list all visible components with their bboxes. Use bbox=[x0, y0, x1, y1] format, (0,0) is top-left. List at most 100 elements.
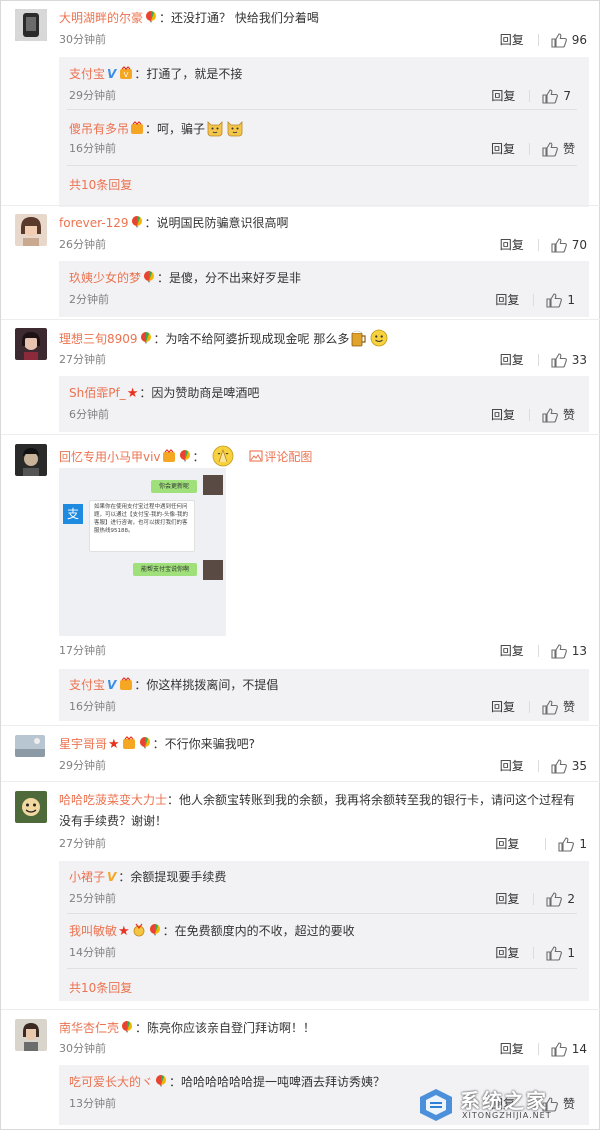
avatar[interactable] bbox=[15, 1019, 47, 1051]
username[interactable]: 回忆专用小马甲viv bbox=[59, 450, 161, 464]
divider bbox=[545, 838, 547, 850]
like-button[interactable]: 赞 bbox=[542, 699, 575, 715]
username[interactable]: 哈哈吃菠菜变大力士 bbox=[59, 793, 167, 807]
divider bbox=[537, 760, 539, 772]
comment-text: ：还没打通？ 快给我们分着喝 bbox=[159, 11, 319, 25]
username[interactable]: 支付宝 bbox=[69, 678, 105, 692]
verified-v-icon: V bbox=[107, 678, 117, 692]
reply-button[interactable]: 回复 bbox=[491, 88, 515, 104]
divider bbox=[1, 1009, 600, 1010]
watermark-logo-icon bbox=[420, 1089, 452, 1121]
like-button[interactable]: 14 bbox=[551, 1041, 587, 1057]
username[interactable]: 大明湖畔的尔豪 bbox=[59, 11, 143, 25]
more-replies-link[interactable]: 共10条回复 bbox=[69, 176, 132, 193]
reply-button[interactable]: 回复 bbox=[500, 758, 524, 774]
username[interactable]: 南华杏仁壳 bbox=[59, 1021, 119, 1035]
avatar[interactable] bbox=[15, 328, 47, 360]
timestamp: 29分钟前 bbox=[59, 759, 106, 772]
vip-crown-badge-icon bbox=[122, 736, 135, 749]
svg-text:V: V bbox=[124, 71, 129, 79]
timestamp: 17分钟前 bbox=[59, 644, 106, 657]
like-button[interactable]: 96 bbox=[551, 32, 587, 48]
comment-text-line-2: 没有手续费？谢谢！ bbox=[59, 814, 168, 828]
username[interactable]: 傻吊有多吊 bbox=[69, 122, 129, 136]
thumbs-up-icon bbox=[542, 407, 558, 423]
reply-text: ：打通了，就是不接 bbox=[134, 67, 243, 81]
comment-image-link[interactable]: 评论配图 bbox=[248, 450, 312, 464]
reply-button[interactable]: 回复 bbox=[491, 699, 515, 715]
pray-emoji-icon bbox=[212, 445, 233, 467]
like-count: 7 bbox=[563, 89, 571, 103]
like-button[interactable]: 7 bbox=[542, 88, 571, 104]
username[interactable]: 理想三旬8909 bbox=[59, 332, 138, 346]
medal-badge-icon bbox=[133, 923, 145, 937]
reply-button[interactable]: 回复 bbox=[495, 292, 519, 308]
balloon-badge-icon bbox=[146, 11, 157, 23]
reply-button[interactable]: 回复 bbox=[500, 32, 524, 48]
reply-button[interactable]: 回复 bbox=[500, 237, 524, 253]
verified-v-icon: V bbox=[107, 67, 117, 81]
thumbs-up-icon bbox=[542, 141, 558, 157]
avatar[interactable] bbox=[15, 444, 47, 476]
reply-text: ：因为赞助商是啤酒吧 bbox=[139, 386, 260, 400]
like-button[interactable]: 1 bbox=[546, 945, 575, 961]
balloon-badge-icon bbox=[122, 1021, 133, 1033]
balloon-badge-icon bbox=[156, 1075, 167, 1087]
like-label: 赞 bbox=[562, 408, 575, 422]
chat-bubble: 如果你在使用支付宝过程中遇到任何问题，可以通过【支付宝-我的-头像-我的客服】进… bbox=[89, 500, 195, 552]
reply-button[interactable]: 回复 bbox=[491, 407, 515, 423]
more-replies-link[interactable]: 共10条回复 bbox=[69, 979, 132, 996]
divider bbox=[528, 143, 530, 155]
divider bbox=[537, 239, 539, 251]
like-count: 13 bbox=[571, 644, 587, 658]
username[interactable]: 吃可爱长大的ヾ bbox=[69, 1075, 153, 1089]
vip-crown-badge-icon bbox=[120, 677, 133, 690]
username[interactable]: 我叫敏敏 bbox=[69, 924, 117, 938]
like-button[interactable]: 赞 bbox=[542, 407, 575, 423]
avatar[interactable] bbox=[15, 791, 47, 823]
like-button[interactable]: 70 bbox=[551, 237, 587, 253]
username[interactable]: 支付宝 bbox=[69, 67, 105, 81]
reply-text: ：哈哈哈哈哈哈提一吨啤酒去拜访秀姨？ bbox=[169, 1075, 386, 1089]
reply-button[interactable]: 回复 bbox=[500, 1041, 524, 1057]
avatar[interactable] bbox=[15, 214, 47, 246]
username[interactable]: 星宇哥哥 bbox=[59, 737, 107, 751]
like-button[interactable]: 2 bbox=[546, 891, 575, 907]
username[interactable]: Sh佰霏Pf_ bbox=[69, 386, 126, 400]
alipay-logo-icon: 支 bbox=[63, 504, 83, 524]
reply-button[interactable]: 回复 bbox=[495, 945, 519, 961]
like-count: 14 bbox=[571, 1042, 587, 1056]
comment-image[interactable]: 你会更新呢 支 如果你在使用支付宝过程中遇到任何问题，可以通过【支付宝-我的-头… bbox=[59, 468, 226, 636]
like-button[interactable]: 1 bbox=[546, 292, 575, 308]
divider bbox=[1, 781, 600, 782]
avatar[interactable] bbox=[15, 9, 47, 41]
avatar[interactable] bbox=[15, 735, 45, 757]
timestamp: 13分钟前 bbox=[69, 1097, 116, 1110]
username[interactable]: 小裙子 bbox=[69, 870, 105, 884]
like-button[interactable]: 13 bbox=[551, 643, 587, 659]
username[interactable]: 玖姨少女的梦 bbox=[69, 271, 141, 285]
vip-crown-badge-icon bbox=[162, 449, 175, 462]
reply-button[interactable]: 回复 bbox=[495, 836, 519, 852]
divider bbox=[1, 434, 600, 435]
like-button[interactable]: 1 bbox=[558, 836, 587, 852]
divider bbox=[67, 968, 577, 969]
like-button[interactable]: 35 bbox=[551, 758, 587, 774]
reply-button[interactable]: 回复 bbox=[500, 643, 524, 659]
doge-emoji-icon bbox=[227, 121, 243, 137]
watermark-title: 系统之家 bbox=[460, 1089, 548, 1113]
comment-text: ：不行你来骗我吧? bbox=[152, 737, 256, 751]
reply-button[interactable]: 回复 bbox=[500, 352, 524, 368]
thumbs-up-icon bbox=[551, 237, 567, 253]
chat-bubble: 你会更新呢 bbox=[151, 480, 197, 493]
like-button[interactable]: 33 bbox=[551, 352, 587, 368]
star-badge-icon: ★ bbox=[108, 737, 120, 752]
divider bbox=[67, 913, 577, 914]
reply-button[interactable]: 回复 bbox=[495, 891, 519, 907]
like-label: 赞 bbox=[562, 142, 575, 156]
like-button[interactable]: 赞 bbox=[542, 141, 575, 157]
divider bbox=[528, 701, 530, 713]
reply-button[interactable]: 回复 bbox=[491, 141, 515, 157]
comment-text: ：他人余额宝转账到我的余额，我再将余额转至我的银行卡，请问这个过程有 bbox=[167, 793, 576, 807]
username[interactable]: forever-129 bbox=[59, 216, 129, 230]
